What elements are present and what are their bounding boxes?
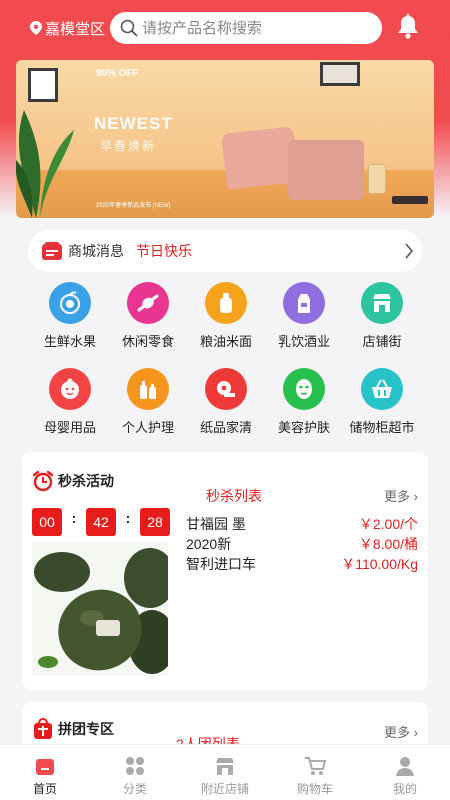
item-price: ￥8.00/桶 [358, 536, 418, 552]
flash-sale-card: 秒杀活动 秒杀列表 更多 › 00 : 42 : 28 甘福园 墨 ￥2.00/… [22, 452, 428, 690]
category-label: 纸品家清 [199, 420, 252, 435]
category-label: 店铺街 [362, 334, 402, 349]
category-label: 生鲜水果 [43, 334, 96, 349]
search-bar[interactable] [110, 12, 382, 44]
candy-icon [127, 282, 169, 324]
timer-colon: : [71, 510, 77, 526]
category-item[interactable]: 乳饮酒业 [264, 282, 344, 350]
timer-seconds: 28 [140, 508, 170, 536]
group-buy-title-text: 拼团专区 [58, 721, 114, 737]
notice-title: 商城消息 [68, 243, 124, 259]
item-price: ￥110.00/Kg [341, 556, 418, 572]
nearby-store-icon [216, 758, 234, 775]
profile-icon [396, 757, 414, 776]
group-buy-icon [34, 718, 52, 739]
item-name: 智利进口车 [186, 556, 256, 572]
search-input[interactable] [142, 19, 362, 37]
care-bottles-icon [127, 368, 169, 410]
timer-hours: 00 [32, 508, 62, 536]
tab-home[interactable]: 首页 [0, 745, 90, 800]
category-item[interactable]: 休闲零食 [108, 282, 188, 350]
banner-headline: NEWEST [94, 114, 173, 133]
lipstick-image [392, 196, 428, 204]
item-name: 甘福园 墨 [186, 516, 246, 532]
category-item[interactable]: 储物柜超市 [342, 368, 422, 436]
product-image-avocado[interactable] [32, 542, 168, 676]
list-item[interactable]: 甘福园 墨 ￥2.00/个 [186, 514, 418, 534]
category-item[interactable]: 纸品家清 [186, 368, 266, 436]
store-icon [361, 282, 403, 324]
fruit-icon [49, 282, 91, 324]
banner-tag: 90% OFF [96, 68, 139, 79]
cart-icon [305, 757, 326, 775]
basket-icon [361, 368, 403, 410]
more-label: 更多 [384, 725, 411, 740]
category-item[interactable]: 生鲜水果 [30, 282, 110, 350]
notice-icon [42, 242, 62, 260]
bell-icon[interactable] [396, 14, 420, 40]
tab-label: 分类 [122, 782, 147, 796]
category-label: 母婴用品 [43, 420, 96, 435]
flash-sale-title-text: 秒杀活动 [58, 473, 114, 489]
bottom-tab-bar: 首页 分类 附近店铺 购物车 我的 [0, 744, 450, 800]
tab-label: 购物车 [296, 782, 333, 796]
search-icon [120, 19, 138, 37]
flash-sale-list-title: 秒杀列表 [206, 488, 262, 504]
item-name: 2020新 [186, 536, 232, 552]
location-label: 嘉模堂区 [45, 20, 106, 38]
tissue-roll-icon [205, 368, 247, 410]
flash-sale-title: 秒杀活动 [32, 470, 114, 492]
list-item[interactable]: 智利进口车 ￥110.00/Kg [186, 554, 418, 574]
location-selector[interactable]: 嘉模堂区 [30, 18, 110, 39]
baby-icon [49, 368, 91, 410]
notice-message: 节日快乐 [136, 243, 192, 259]
timer-minutes: 42 [86, 508, 116, 536]
tab-cart[interactable]: 购物车 [270, 745, 360, 800]
oil-bottle-icon [205, 282, 247, 324]
category-label: 乳饮酒业 [277, 334, 330, 349]
perfume-image [368, 164, 386, 194]
chevron-right-icon[interactable] [404, 242, 414, 260]
location-pin-icon [30, 21, 42, 35]
item-price: ￥2.00/个 [358, 516, 418, 532]
category-item[interactable]: 粮油米面 [186, 282, 266, 350]
category-item[interactable]: 美容护肤 [264, 368, 344, 436]
countdown-timer: 00 : 42 : 28 [32, 508, 170, 536]
category-label: 休闲零食 [121, 334, 174, 349]
category-label: 美容护肤 [277, 420, 330, 435]
category-label: 粮油米面 [199, 334, 252, 349]
category-item[interactable]: 店铺街 [342, 282, 422, 350]
tab-nearby-store[interactable]: 附近店铺 [180, 745, 270, 800]
handbag-image [288, 140, 364, 200]
tab-category[interactable]: 分类 [90, 745, 180, 800]
banner-fine-print: 2020年春季新品发布 [NEW] [96, 203, 171, 209]
promo-banner[interactable]: 90% OFF NEWEST 早春焕新 2020年春季新品发布 [NEW] [16, 60, 434, 218]
alarm-clock-icon [32, 470, 54, 492]
banner-subline: 早春焕新 [100, 139, 157, 153]
more-label: 更多 [384, 489, 411, 504]
category-icon [126, 757, 144, 775]
tab-label: 我的 [392, 782, 417, 796]
store-notice-bar[interactable]: 商城消息 节日快乐 [28, 230, 422, 272]
tab-label: 首页 [32, 782, 57, 796]
timer-colon: : [125, 510, 131, 526]
group-buy-title: 拼团专区 [32, 718, 114, 740]
plant-leaf-icon [16, 110, 74, 218]
milk-icon [283, 282, 325, 324]
face-mask-icon [283, 368, 325, 410]
flash-sale-list: 甘福园 墨 ￥2.00/个 2020新 ￥8.00/桶 智利进口车 ￥110.0… [186, 514, 418, 574]
tab-profile[interactable]: 我的 [360, 745, 450, 800]
category-item[interactable]: 个人护理 [108, 368, 188, 436]
category-label: 储物柜超市 [349, 420, 415, 435]
list-item[interactable]: 2020新 ￥8.00/桶 [186, 534, 418, 554]
tab-label: 附近店铺 [200, 782, 249, 796]
category-label: 个人护理 [121, 420, 174, 435]
banner-picture-frame [320, 62, 360, 86]
group-buy-more-link[interactable]: 更多 › [384, 722, 418, 741]
flash-sale-more-link[interactable]: 更多 › [384, 486, 418, 505]
home-icon [36, 759, 54, 775]
category-item[interactable]: 母婴用品 [30, 368, 110, 436]
top-header: 嘉模堂区 [0, 10, 450, 46]
